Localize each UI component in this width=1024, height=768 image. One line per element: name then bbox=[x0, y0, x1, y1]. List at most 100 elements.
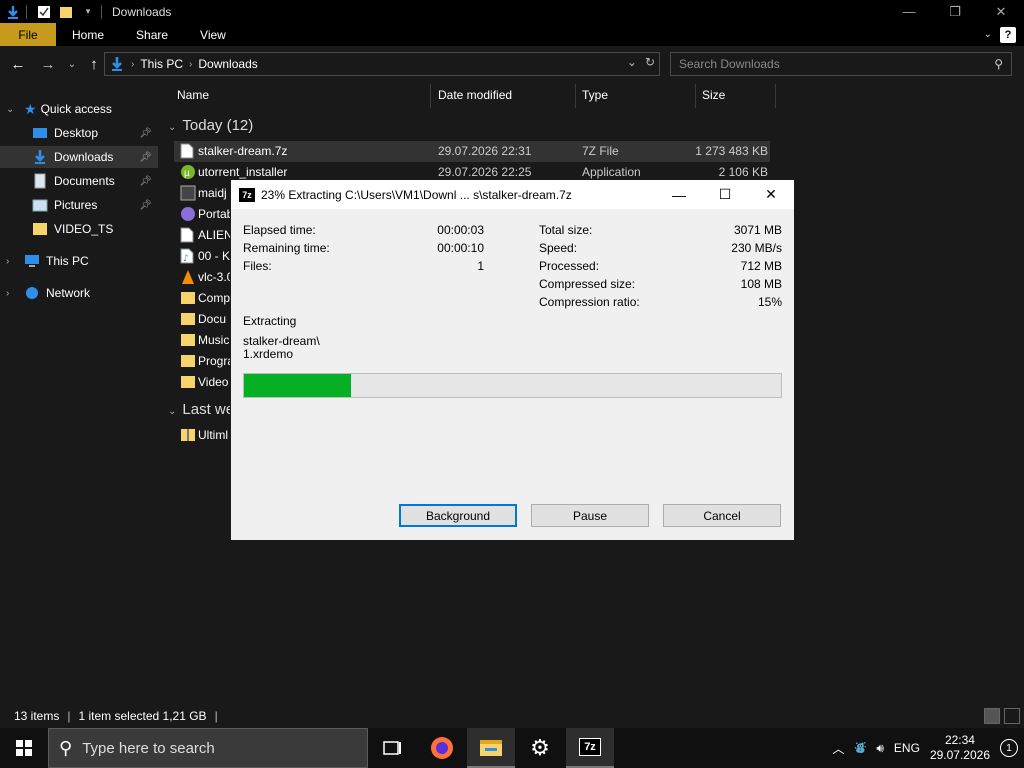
group-label: Today (12) bbox=[182, 117, 254, 134]
search-input[interactable]: Search Downloads ⚲ bbox=[670, 52, 1012, 76]
show-hidden-icons-chevron-icon[interactable]: ︿ bbox=[832, 740, 844, 757]
customize-qa-dropdown-icon[interactable]: ▾ bbox=[79, 3, 97, 21]
new-folder-icon[interactable] bbox=[57, 3, 75, 21]
pause-button[interactable]: Pause bbox=[531, 504, 649, 527]
expand-chevron-icon[interactable]: › bbox=[6, 256, 9, 267]
cancel-button[interactable]: Cancel bbox=[663, 504, 781, 527]
elapsed-time-value: 00:00:03 bbox=[437, 223, 484, 237]
refresh-icon[interactable]: ↻ bbox=[645, 55, 655, 69]
volume-icon[interactable]: 🔊︎ bbox=[876, 741, 884, 756]
application-icon bbox=[180, 185, 196, 201]
dialog-minimize-button[interactable]: — bbox=[656, 180, 702, 209]
column-header-size[interactable]: Size bbox=[702, 82, 725, 108]
properties-icon[interactable] bbox=[35, 3, 53, 21]
tab-view[interactable]: View bbox=[184, 23, 242, 46]
nav-network[interactable]: › Network bbox=[0, 282, 158, 304]
recent-locations-chevron-icon[interactable]: ⌄ bbox=[62, 54, 82, 74]
network-tray-icon[interactable]: ⛇ bbox=[854, 740, 866, 757]
taskbar: ⚲ Type here to search ⚙ 7z ︿ ⛇ 🔊︎ ENG 22… bbox=[0, 728, 1024, 768]
nav-item-video-ts[interactable]: VIDEO_TS bbox=[0, 218, 158, 240]
column-separator[interactable] bbox=[695, 84, 696, 108]
nav-label: Downloads bbox=[54, 150, 114, 164]
column-separator[interactable] bbox=[775, 84, 776, 108]
task-view-icon[interactable] bbox=[368, 728, 416, 768]
minimize-button[interactable]: — bbox=[886, 0, 932, 23]
column-separator[interactable] bbox=[575, 84, 576, 108]
location-downloads-icon bbox=[109, 56, 125, 72]
column-header-type[interactable]: Type bbox=[582, 82, 608, 108]
file-name: ALIEN bbox=[198, 228, 233, 242]
file-type: 7Z File bbox=[582, 144, 619, 158]
address-dropdown-icon[interactable]: ⌄ bbox=[627, 55, 637, 69]
nav-item-pictures[interactable]: Pictures 📌︎ bbox=[0, 194, 158, 216]
tab-share[interactable]: Share bbox=[120, 23, 184, 46]
group-label: Last we bbox=[182, 401, 235, 418]
extraction-progress-bar bbox=[243, 373, 782, 398]
nav-label: Documents bbox=[54, 174, 115, 188]
files-label: Files: bbox=[243, 259, 272, 273]
7zip-taskbar-icon[interactable]: 7z bbox=[566, 728, 614, 768]
breadcrumb-downloads[interactable]: Downloads bbox=[198, 57, 257, 71]
group-collapse-icon[interactable]: ⌄ bbox=[168, 122, 176, 133]
notifications-icon[interactable]: 1 bbox=[1000, 739, 1018, 757]
search-icon: ⚲ bbox=[994, 57, 1003, 71]
maximize-button[interactable]: ❐ bbox=[932, 0, 978, 23]
start-button[interactable] bbox=[0, 728, 48, 768]
file-row[interactable]: stalker-dream.7z 29.07.2026 22:31 7Z Fil… bbox=[174, 141, 770, 162]
tab-file[interactable]: File bbox=[0, 23, 56, 46]
nav-item-desktop[interactable]: Desktop 📌︎ bbox=[0, 122, 158, 144]
language-indicator[interactable]: ENG bbox=[894, 741, 920, 755]
compression-ratio-value: 15% bbox=[757, 295, 782, 309]
speed-value: 230 MB/s bbox=[731, 241, 782, 255]
search-icon: ⚲ bbox=[59, 737, 73, 758]
expand-ribbon-icon[interactable]: ⌄ bbox=[984, 29, 992, 40]
file-explorer-icon[interactable] bbox=[467, 728, 515, 768]
processed-value: 712 MB bbox=[740, 259, 782, 273]
firefox-icon[interactable] bbox=[418, 728, 466, 768]
nav-label: Pictures bbox=[54, 198, 98, 212]
file-name: Video bbox=[198, 375, 229, 389]
large-icons-view-icon[interactable] bbox=[1004, 708, 1020, 724]
forward-arrow-icon[interactable]: → bbox=[38, 54, 58, 74]
dialog-title-bar[interactable]: 7z 23% Extracting C:\Users\VM1\Downl ...… bbox=[231, 180, 794, 209]
group-header-today[interactable]: ⌄ Today (12) bbox=[168, 117, 253, 134]
ribbon-tabs: File Home Share View ⌄ ? bbox=[0, 23, 1024, 46]
taskbar-search-placeholder: Type here to search bbox=[82, 739, 215, 757]
file-size: 2 106 KB bbox=[718, 165, 768, 179]
nav-item-downloads[interactable]: Downloads 📌︎ bbox=[0, 146, 158, 168]
column-header-date[interactable]: Date modified bbox=[438, 82, 512, 108]
files-value: 1 bbox=[477, 259, 484, 273]
tab-home[interactable]: Home bbox=[56, 23, 120, 46]
nav-this-pc[interactable]: › This PC bbox=[0, 250, 158, 272]
group-collapse-icon[interactable]: ⌄ bbox=[168, 406, 176, 417]
dialog-close-button[interactable]: ✕ bbox=[748, 180, 794, 209]
help-icon[interactable]: ? bbox=[1000, 26, 1016, 43]
taskbar-search-input[interactable]: ⚲ Type here to search bbox=[48, 728, 368, 768]
column-separator[interactable] bbox=[430, 84, 431, 108]
file-date: 29.07.2026 22:31 bbox=[438, 144, 532, 158]
notification-count: 1 bbox=[1006, 742, 1012, 754]
nav-item-documents[interactable]: Documents 📌︎ bbox=[0, 170, 158, 192]
breadcrumb-this-pc[interactable]: This PC bbox=[140, 57, 183, 71]
expand-chevron-icon[interactable]: › bbox=[6, 288, 9, 299]
column-header-name[interactable]: Name bbox=[177, 82, 209, 108]
nav-quick-access[interactable]: ⌄ ★ Quick access bbox=[0, 98, 158, 120]
close-button[interactable]: ✕ bbox=[978, 0, 1024, 23]
back-arrow-icon[interactable]: ← bbox=[8, 54, 28, 74]
file-size: 1 273 483 KB bbox=[695, 144, 768, 158]
clock[interactable]: 22:34 29.07.2026 bbox=[930, 733, 990, 763]
file-name: utorrent_installer bbox=[198, 165, 288, 179]
group-header-last-week[interactable]: ⌄ Last we bbox=[168, 401, 234, 418]
elapsed-time-label: Elapsed time: bbox=[243, 223, 316, 237]
background-button[interactable]: Background bbox=[399, 504, 517, 527]
qa-separator bbox=[26, 4, 27, 19]
folder-icon bbox=[180, 374, 195, 390]
details-view-icon[interactable] bbox=[984, 708, 1000, 724]
collapse-chevron-icon[interactable]: ⌄ bbox=[6, 104, 14, 115]
address-bar[interactable]: › This PC › Downloads ⌄ ↻ bbox=[104, 52, 660, 76]
folder-icon bbox=[32, 221, 48, 237]
selection-info: 1 item selected 1,21 GB bbox=[78, 709, 207, 723]
settings-gear-icon[interactable]: ⚙ bbox=[516, 728, 564, 768]
up-arrow-icon[interactable]: ↑ bbox=[84, 54, 104, 74]
dialog-maximize-button[interactable]: ☐ bbox=[702, 180, 748, 209]
